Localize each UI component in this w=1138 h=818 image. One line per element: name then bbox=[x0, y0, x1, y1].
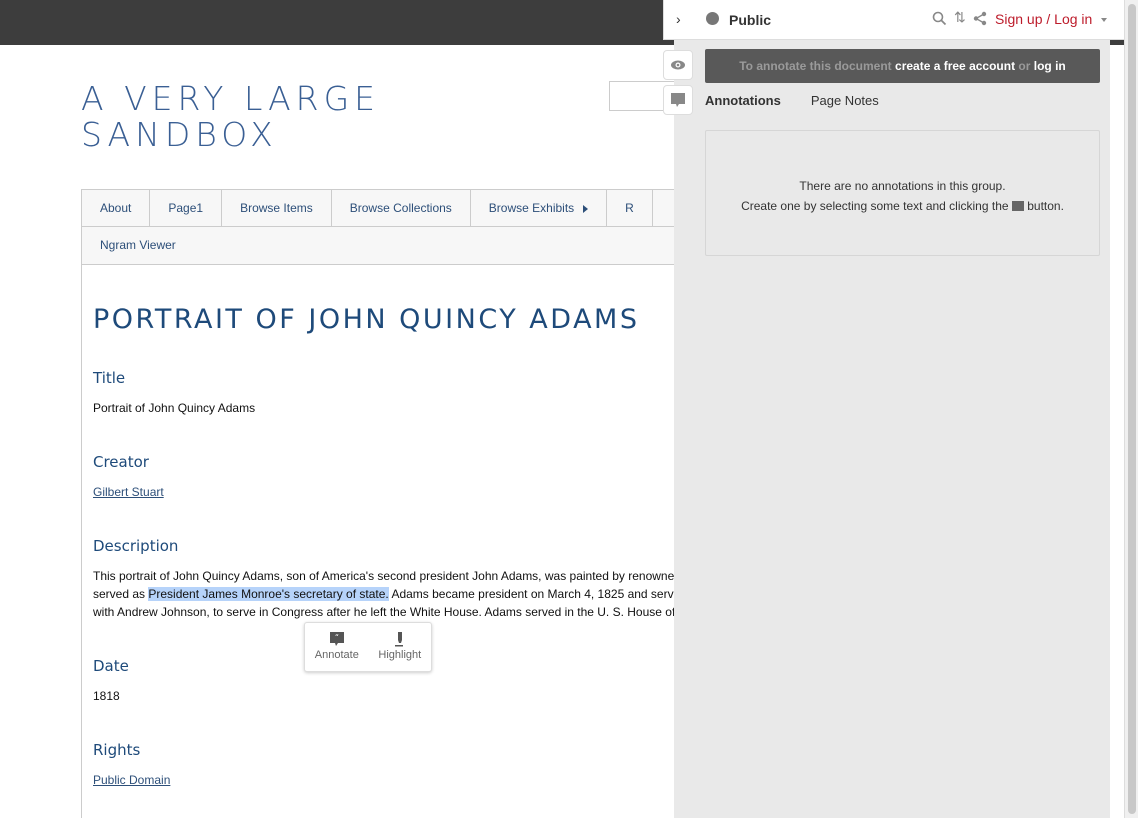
globe-icon bbox=[706, 12, 719, 25]
group-name[interactable]: Public bbox=[729, 12, 771, 28]
text: Create one by selecting some text and cl… bbox=[741, 199, 1012, 213]
nav-ngram-viewer[interactable]: Ngram Viewer bbox=[82, 227, 194, 264]
annotate-icon bbox=[1011, 201, 1024, 211]
nav-browse-collections[interactable]: Browse Collections bbox=[332, 190, 471, 226]
banner-text: To annotate this document bbox=[739, 59, 896, 73]
rights-label: Rights bbox=[93, 741, 141, 759]
main-nav: About Page1 Browse Items Browse Collecti… bbox=[81, 189, 700, 265]
title-value: Portrait of John Quincy Adams bbox=[93, 401, 256, 415]
create-account-link[interactable]: create a free account bbox=[895, 59, 1015, 73]
site-title-line2: SANDBOX bbox=[81, 115, 278, 154]
share-icon[interactable] bbox=[973, 11, 987, 26]
annotate-button[interactable]: “ Annotate bbox=[315, 631, 359, 671]
tab-page-notes[interactable]: Page Notes bbox=[811, 93, 879, 108]
date-value: 1818 bbox=[93, 689, 120, 703]
toggle-highlights-button[interactable] bbox=[663, 50, 693, 80]
chevron-down-icon[interactable] bbox=[1101, 18, 1107, 22]
nav-browse-exhibits-label: Browse Exhibits bbox=[488, 201, 575, 215]
svg-text:“: “ bbox=[335, 633, 339, 642]
page: A VERY LARGE SANDBOX About Page1 Browse I… bbox=[0, 45, 700, 818]
signup-login-link[interactable]: Sign up / Log in bbox=[995, 11, 1092, 27]
nav-browse-exhibits[interactable]: Browse Exhibits bbox=[471, 190, 608, 226]
annotate-icon: “ bbox=[329, 632, 344, 646]
nav-page1[interactable]: Page1 bbox=[150, 190, 223, 226]
site-title-line1: A VERY LARGE bbox=[81, 79, 381, 118]
banner-text: or bbox=[1015, 59, 1034, 73]
title-label: Title bbox=[93, 369, 126, 387]
highlighter-icon bbox=[394, 632, 403, 647]
sort-icon[interactable]: ⇅ bbox=[954, 9, 966, 26]
new-page-note-button[interactable] bbox=[663, 85, 693, 115]
site-title[interactable]: A VERY LARGE SANDBOX bbox=[81, 81, 380, 153]
selection-popup: “ Annotate Highlight bbox=[304, 622, 432, 672]
eye-icon bbox=[671, 60, 685, 70]
login-banner: To annotate this document create a free … bbox=[705, 49, 1100, 83]
description-line: with Andrew Johnson, to serve in Congres… bbox=[93, 605, 700, 619]
creator-label: Creator bbox=[93, 453, 149, 471]
selected-text[interactable]: President James Monroe's secretary of st… bbox=[148, 587, 389, 601]
sidebar-tabs: Annotations Page Notes bbox=[705, 93, 879, 108]
creator-link[interactable]: Gilbert Stuart bbox=[93, 485, 164, 499]
description-line: served as President James Monroe's secre… bbox=[93, 585, 700, 603]
scrollbar[interactable] bbox=[1124, 0, 1138, 818]
nav-item-truncated[interactable]: R bbox=[607, 190, 653, 226]
highlight-label: Highlight bbox=[378, 649, 422, 661]
page-title: PORTRAIT OF JOHN QUINCY ADAMS bbox=[93, 304, 640, 335]
text: Adams became president on March 4, 1825 … bbox=[388, 587, 697, 601]
text: served as bbox=[93, 587, 149, 601]
empty-line1: There are no annotations in this group. bbox=[799, 179, 1006, 193]
empty-annotations-message: There are no annotations in this group. … bbox=[705, 130, 1100, 256]
description-line: This portrait of John Quincy Adams, son … bbox=[93, 569, 698, 583]
sidebar-header: › Public ⇅ Sign up / Log in bbox=[663, 0, 1124, 40]
nav-about[interactable]: About bbox=[82, 190, 151, 226]
text: button. bbox=[1023, 199, 1064, 213]
login-link[interactable]: log in bbox=[1034, 59, 1066, 73]
scrollbar-thumb[interactable] bbox=[1128, 4, 1136, 814]
empty-line2: Create one by selecting some text and cl… bbox=[706, 196, 1099, 216]
highlight-button[interactable]: Highlight bbox=[378, 631, 421, 671]
tab-annotations[interactable]: Annotations bbox=[705, 93, 781, 108]
rights-link[interactable]: Public Domain bbox=[93, 773, 170, 787]
item-content: PORTRAIT OF JOHN QUINCY ADAMS Title Port… bbox=[81, 264, 700, 818]
annotate-label: Annotate bbox=[314, 649, 359, 661]
search-icon[interactable] bbox=[932, 11, 947, 26]
collapse-sidebar-icon[interactable]: › bbox=[676, 11, 681, 27]
nav-browse-items[interactable]: Browse Items bbox=[222, 190, 332, 226]
caret-right-icon bbox=[583, 205, 589, 213]
description-label: Description bbox=[93, 537, 179, 555]
annotate-icon bbox=[671, 93, 685, 107]
